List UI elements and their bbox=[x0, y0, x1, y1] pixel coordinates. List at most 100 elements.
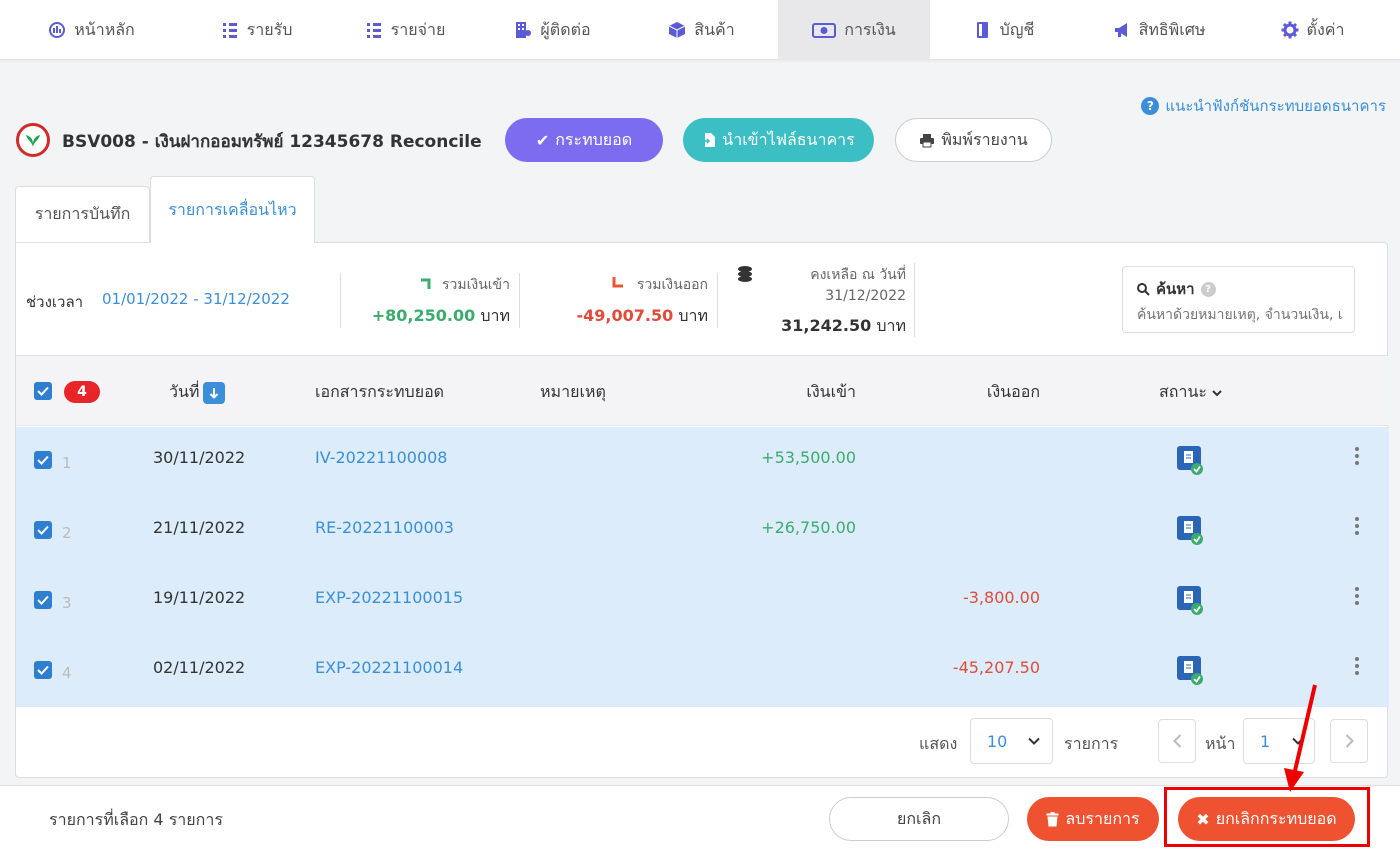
period-value[interactable]: 01/01/2022 - 31/12/2022 bbox=[102, 290, 290, 308]
row-money-out: -45,207.50 bbox=[952, 658, 1040, 677]
money-in-arrow-icon bbox=[421, 278, 431, 289]
row-checkbox[interactable] bbox=[34, 661, 52, 679]
tab-records[interactable]: รายการบันทึก bbox=[15, 186, 150, 242]
search-input[interactable] bbox=[1137, 303, 1349, 327]
per-page-select[interactable]: 10 bbox=[970, 718, 1053, 764]
delete-items-button[interactable]: ลบรายการ bbox=[1027, 797, 1159, 841]
prev-page-button[interactable] bbox=[1158, 719, 1196, 763]
product-box-icon bbox=[669, 22, 686, 38]
reconcile-button[interactable]: ✔ กระทบยอด bbox=[505, 118, 663, 162]
nav-label: บัญชี bbox=[999, 19, 1035, 39]
nav-label: สิทธิพิเศษ bbox=[1138, 19, 1206, 39]
checkmark-icon bbox=[37, 386, 49, 396]
column-money-in: เงินเข้า bbox=[806, 382, 856, 401]
sort-down-icon[interactable] bbox=[203, 381, 226, 404]
nav-label: ผู้ติดต่อ bbox=[540, 19, 591, 39]
nav-label: การเงิน bbox=[844, 19, 896, 39]
page-label: หน้า bbox=[1205, 734, 1236, 753]
nav-item-accounting[interactable]: บัญชี bbox=[930, 0, 1078, 60]
nav-item-products[interactable]: สินค้า bbox=[625, 0, 778, 60]
import-bank-file-button[interactable]: นำเข้าไฟล์ธนาคาร bbox=[683, 118, 874, 162]
nav-item-finance[interactable]: การเงิน bbox=[778, 0, 930, 60]
search-box: ค้นหา ? bbox=[1122, 266, 1355, 333]
page-select[interactable]: 1 bbox=[1243, 718, 1315, 764]
search-title-label: ค้นหา bbox=[1156, 280, 1195, 298]
row-more-options-icon[interactable] bbox=[1355, 587, 1359, 605]
account-title: BSV008 - เงินฝากออมทรัพย์ 12345678 Recon… bbox=[62, 132, 482, 152]
money-out-arrow-icon bbox=[612, 277, 623, 288]
nav-item-contacts[interactable]: ผู้ติดต่อ bbox=[480, 0, 625, 60]
nav-item-privileges[interactable]: สิทธิพิเศษ bbox=[1078, 0, 1240, 60]
search-icon bbox=[1137, 282, 1150, 296]
contacts-building-icon bbox=[516, 22, 532, 38]
row-number: 2 bbox=[62, 524, 72, 542]
search-title: ค้นหา ? bbox=[1137, 277, 1216, 301]
nav-item-settings[interactable]: ตั้งค่า bbox=[1240, 0, 1385, 60]
row-checkbox[interactable] bbox=[34, 451, 52, 469]
nav-item-income[interactable]: รายรับ bbox=[183, 0, 330, 60]
top-navigation: หน้าหลัก รายรับ รายจ่าย ผู้ติดต่อ สินค้า… bbox=[0, 0, 1400, 60]
page-value: 1 bbox=[1260, 731, 1271, 751]
checkmark-icon bbox=[37, 455, 49, 465]
row-date: 21/11/2022 bbox=[153, 518, 246, 537]
divider bbox=[340, 273, 341, 328]
selected-items-text: รายการที่เลือก 4 รายการ bbox=[49, 810, 223, 829]
selected-count-badge: 4 bbox=[64, 381, 100, 403]
delete-button-label: ลบรายการ bbox=[1065, 808, 1140, 828]
help-link[interactable]: ? แนะนำฟังก์ชันกระทบยอดธนาคาร bbox=[1141, 94, 1386, 118]
row-more-options-icon[interactable] bbox=[1355, 447, 1359, 465]
balance-label: คงเหลือ ณ วันที่ bbox=[810, 267, 906, 283]
row-checkbox[interactable] bbox=[34, 591, 52, 609]
checkmark-icon bbox=[37, 525, 49, 535]
printer-icon bbox=[920, 133, 935, 147]
table-row[interactable]: 4 02/11/2022 EXP-20221100014 -45,207.50 bbox=[16, 637, 1389, 707]
privilege-megaphone-icon bbox=[1114, 23, 1127, 37]
nav-item-expense[interactable]: รายจ่าย bbox=[330, 0, 480, 60]
total-out-value: -49,007.50 bbox=[576, 306, 674, 325]
print-report-button[interactable]: พิมพ์รายงาน bbox=[895, 118, 1052, 162]
row-document-link[interactable]: EXP-20221100015 bbox=[315, 588, 463, 607]
nav-item-home[interactable]: หน้าหลัก bbox=[0, 0, 183, 60]
close-x-icon: ✖ bbox=[1196, 809, 1210, 829]
row-document-link[interactable]: RE-20221100003 bbox=[315, 518, 454, 537]
chevron-down-icon bbox=[1028, 737, 1040, 745]
reconciled-document-icon[interactable] bbox=[1176, 445, 1204, 475]
help-link-text: แนะนำฟังก์ชันกระทบยอดธนาคาร bbox=[1165, 97, 1386, 115]
reconciled-document-icon[interactable] bbox=[1176, 655, 1204, 685]
tab-records-label: รายการบันทึก bbox=[34, 204, 131, 223]
table-row[interactable]: 2 21/11/2022 RE-20221100003 +26,750.00 bbox=[16, 497, 1389, 567]
total-in: +80,250.00 บาท bbox=[372, 304, 510, 329]
row-date: 30/11/2022 bbox=[153, 448, 246, 467]
column-money-out: เงินออก bbox=[986, 382, 1040, 401]
table-row[interactable]: 1 30/11/2022 IV-20221100008 +53,500.00 bbox=[16, 427, 1389, 497]
search-help-icon[interactable]: ? bbox=[1200, 281, 1216, 297]
table-row[interactable]: 3 19/11/2022 EXP-20221100015 -3,800.00 bbox=[16, 567, 1389, 637]
bulk-action-bar: รายการที่เลือก 4 รายการ ยกเลิก ลบรายการ … bbox=[0, 785, 1400, 848]
cancel-button[interactable]: ยกเลิก bbox=[829, 797, 1009, 841]
reconciled-document-icon[interactable] bbox=[1176, 585, 1204, 615]
tab-movements-label: รายการเคลื่อนไหว bbox=[168, 199, 297, 219]
row-document-link[interactable]: EXP-20221100014 bbox=[315, 658, 463, 677]
row-document-link[interactable]: IV-20221100008 bbox=[315, 448, 447, 467]
import-button-label: นำเข้าไฟล์ธนาคาร bbox=[722, 129, 855, 149]
next-page-button[interactable] bbox=[1330, 719, 1368, 763]
total-out: -49,007.50 บาท bbox=[576, 304, 708, 329]
currency-label: บาท bbox=[876, 316, 906, 335]
row-more-options-icon[interactable] bbox=[1355, 657, 1359, 675]
checkmark-icon bbox=[37, 665, 49, 675]
balance-value: 31,242.50 bbox=[781, 316, 872, 335]
select-all-checkbox[interactable] bbox=[34, 382, 52, 400]
checkmark-icon bbox=[37, 595, 49, 605]
row-money-in: +26,750.00 bbox=[761, 518, 856, 537]
items-label: รายการ bbox=[1064, 734, 1119, 753]
income-list-icon bbox=[222, 23, 237, 38]
tab-movements[interactable]: รายการเคลื่อนไหว bbox=[150, 176, 315, 243]
movements-card: ช่วงเวลา 01/01/2022 - 31/12/2022 รวมเงิน… bbox=[15, 242, 1389, 778]
row-more-options-icon[interactable] bbox=[1355, 517, 1359, 535]
unreconcile-button[interactable]: ✖ ยกเลิกกระทบยอด bbox=[1178, 797, 1355, 841]
column-note: หมายเหตุ bbox=[540, 382, 606, 401]
row-checkbox[interactable] bbox=[34, 521, 52, 539]
column-status[interactable]: สถานะ bbox=[1159, 380, 1222, 405]
column-date[interactable]: วันที่ bbox=[169, 380, 226, 405]
reconciled-document-icon[interactable] bbox=[1176, 515, 1204, 545]
